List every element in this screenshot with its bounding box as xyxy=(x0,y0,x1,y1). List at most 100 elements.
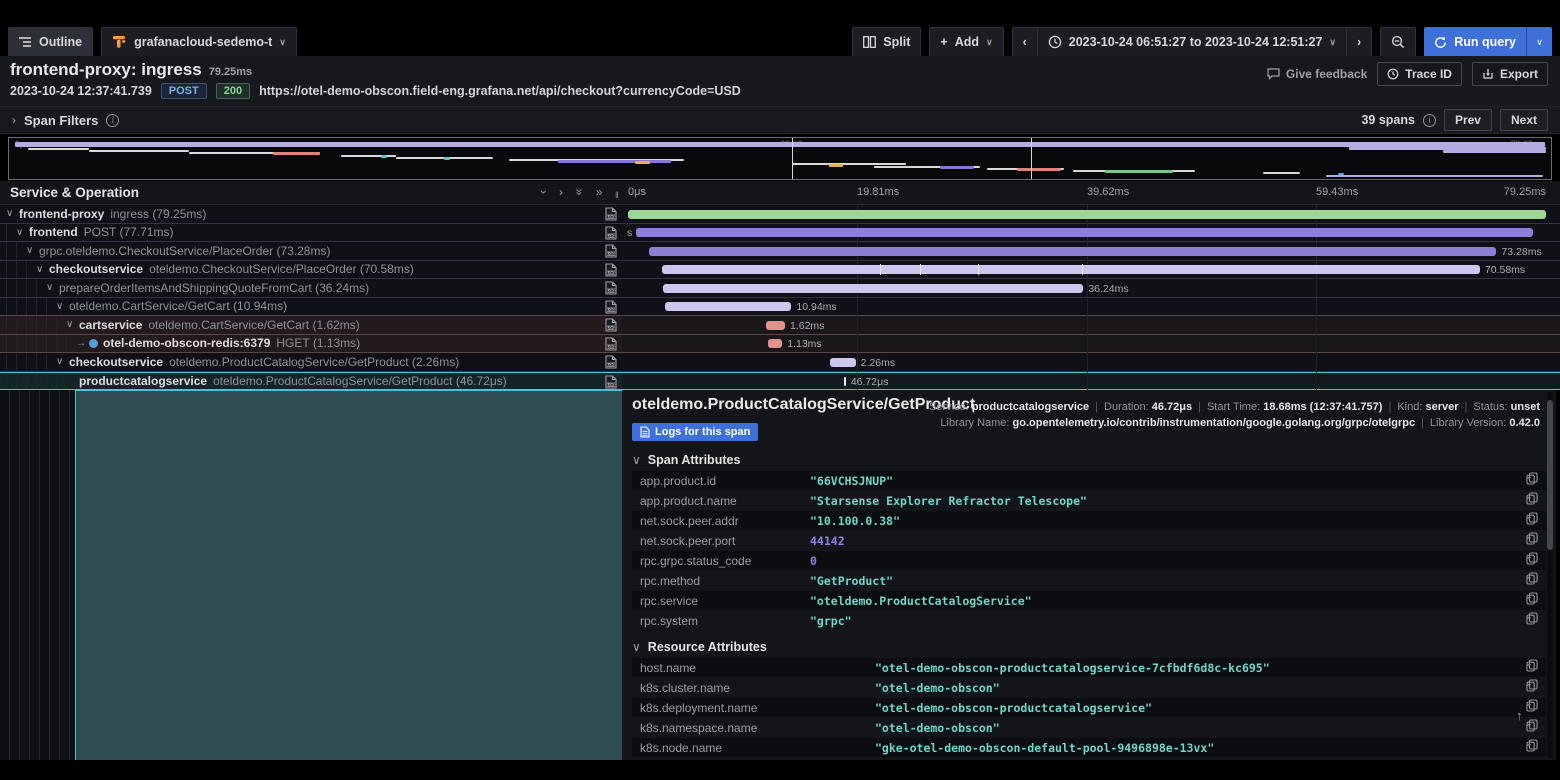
prev-span-button[interactable]: Prev xyxy=(1444,109,1492,131)
span-logs-icon[interactable]: LOG xyxy=(605,337,617,353)
attribute-section-header[interactable]: ∨Span Attributes xyxy=(632,453,1546,467)
split-button[interactable]: Split xyxy=(852,27,921,57)
attribute-row[interactable]: k8s.namespace.name"otel-demo-obscon" xyxy=(632,718,1546,737)
span-row-timeline-cell[interactable]: s xyxy=(622,224,1560,242)
span-bar[interactable] xyxy=(830,358,856,367)
span-row-timeline-cell[interactable]: 70.58ms xyxy=(622,261,1560,279)
span-row[interactable]: productcatalogserviceoteldemo.ProductCat… xyxy=(0,372,1560,391)
collapse-all-icon[interactable]: » xyxy=(572,189,586,196)
span-logs-icon[interactable]: LOG xyxy=(605,244,617,260)
span-logs-icon[interactable]: LOG xyxy=(605,355,617,371)
collapse-one-icon[interactable]: › xyxy=(537,190,551,194)
outline-button[interactable]: Outline xyxy=(8,27,93,57)
time-range-forward-button[interactable]: › xyxy=(1347,27,1372,57)
span-row[interactable]: →otel-demo-obscon-redis:6379HGET (1.13ms… xyxy=(0,335,1560,354)
copy-icon[interactable] xyxy=(1526,552,1538,570)
copy-icon[interactable] xyxy=(1526,679,1538,697)
run-query-caret-button[interactable]: ∨ xyxy=(1526,27,1552,57)
trace-id-button[interactable]: Trace ID xyxy=(1377,62,1462,86)
span-row[interactable]: ∨oteldemo.CartService/GetCart (10.94ms)L… xyxy=(0,298,1560,317)
copy-icon[interactable] xyxy=(1526,492,1538,510)
copy-icon[interactable] xyxy=(1526,592,1538,610)
span-row-timeline-cell[interactable]: 46.72μs xyxy=(622,373,1560,390)
span-row[interactable]: ∨checkoutserviceoteldemo.CheckoutService… xyxy=(0,261,1560,280)
span-logs-icon[interactable]: LOG xyxy=(605,318,617,334)
attribute-row[interactable]: rpc.method"GetProduct" xyxy=(632,571,1546,590)
span-row-name-cell[interactable]: →otel-demo-obscon-redis:6379HGET (1.13ms… xyxy=(0,335,622,353)
span-row[interactable]: ∨grpc.oteldemo.CheckoutService/PlaceOrde… xyxy=(0,242,1560,261)
attribute-section-header[interactable]: ∨Resource Attributes xyxy=(632,640,1546,654)
zoom-out-button[interactable] xyxy=(1380,27,1416,57)
span-row[interactable]: ∨prepareOrderItemsAndShippingQuoteFromCa… xyxy=(0,279,1560,298)
span-logs-icon[interactable]: LOG xyxy=(605,207,617,223)
span-collapse-chevron-icon[interactable]: ∨ xyxy=(36,264,49,275)
span-bar[interactable] xyxy=(662,265,1480,274)
add-button[interactable]: + Add ∨ xyxy=(929,27,1003,57)
expand-all-icon[interactable]: » xyxy=(596,185,603,199)
span-bar[interactable] xyxy=(665,302,792,311)
span-row-name-cell[interactable]: ∨oteldemo.CartService/GetCart (10.94ms)L… xyxy=(0,298,622,316)
span-logs-icon[interactable]: LOG xyxy=(605,281,617,297)
span-logs-icon[interactable]: LOG xyxy=(605,375,617,390)
span-row[interactable]: ∨frontendPOST (77.71ms)LOGs xyxy=(0,224,1560,243)
span-bar[interactable] xyxy=(636,228,1533,237)
span-collapse-chevron-icon[interactable]: ∨ xyxy=(16,227,29,238)
attribute-row[interactable]: host.name"otel-demo-obscon-productcatalo… xyxy=(632,658,1546,677)
span-row-name-cell[interactable]: ∨frontend-proxyingress (79.25ms)LOG xyxy=(0,205,622,223)
give-feedback-link[interactable]: Give feedback xyxy=(1267,67,1367,81)
span-collapse-chevron-icon[interactable]: ∨ xyxy=(26,245,39,256)
copy-icon[interactable] xyxy=(1526,699,1538,717)
span-row-timeline-cell[interactable]: 36.24ms xyxy=(622,279,1560,297)
export-button[interactable]: Export xyxy=(1472,62,1548,86)
attribute-row[interactable]: k8s.node.name"gke-otel-demo-obscon-defau… xyxy=(632,738,1546,757)
span-bar[interactable] xyxy=(628,210,1546,219)
span-row-name-cell[interactable]: ∨frontendPOST (77.71ms)LOG xyxy=(0,224,622,242)
expand-one-icon[interactable]: › xyxy=(559,185,563,199)
span-collapse-chevron-icon[interactable]: ∨ xyxy=(56,301,69,312)
copy-icon[interactable] xyxy=(1526,659,1538,677)
time-range-picker[interactable]: 2023-10-24 06:51:27 to 2023-10-24 12:51:… xyxy=(1038,27,1347,57)
next-span-button[interactable]: Next xyxy=(1500,109,1548,131)
copy-icon[interactable] xyxy=(1526,719,1538,737)
span-collapse-chevron-icon[interactable]: ∨ xyxy=(56,356,69,367)
span-row-name-cell[interactable]: ∨grpc.oteldemo.CheckoutService/PlaceOrde… xyxy=(0,242,622,260)
span-row-timeline-cell[interactable]: 10.94ms xyxy=(622,298,1560,316)
detail-scrollbar-thumb[interactable] xyxy=(1547,400,1553,550)
attribute-row[interactable]: rpc.service"oteldemo.ProductCatalogServi… xyxy=(632,591,1546,610)
attribute-row[interactable]: k8s.cluster.name"otel-demo-obscon" xyxy=(632,678,1546,697)
span-bar[interactable] xyxy=(649,247,1496,256)
column-resize-handle[interactable]: ‖ xyxy=(615,190,620,200)
copy-icon[interactable] xyxy=(1526,739,1538,757)
copy-icon[interactable] xyxy=(1526,532,1538,550)
span-bar[interactable] xyxy=(844,377,846,386)
logs-for-span-button[interactable]: Logs for this span xyxy=(632,423,758,441)
span-row[interactable]: ∨cartserviceoteldemo.CartService/GetCart… xyxy=(0,316,1560,335)
span-logs-icon[interactable]: LOG xyxy=(605,263,617,279)
scroll-to-top-icon[interactable]: ↑ xyxy=(1516,708,1523,723)
attribute-row[interactable]: net.sock.peer.addr"10.100.0.38" xyxy=(632,511,1546,530)
span-row-timeline-cell[interactable]: 1.62ms xyxy=(622,316,1560,334)
span-row-timeline-cell[interactable] xyxy=(622,205,1560,223)
datasource-picker[interactable]: grafanacloud-sedemo-t ∨ xyxy=(101,27,297,57)
attribute-row[interactable]: app.product.name"Starsense Explorer Refr… xyxy=(632,491,1546,510)
copy-icon[interactable] xyxy=(1526,572,1538,590)
minimap-cursor[interactable] xyxy=(792,138,793,179)
run-query-button[interactable]: Run query xyxy=(1424,27,1526,57)
attribute-row[interactable]: k8s.deployment.name"otel-demo-obscon-pro… xyxy=(632,698,1546,717)
span-row-name-cell[interactable]: ∨cartserviceoteldemo.CartService/GetCart… xyxy=(0,316,622,334)
span-bar[interactable] xyxy=(768,339,782,348)
span-row-timeline-cell[interactable]: 73.28ms xyxy=(622,242,1560,260)
span-row[interactable]: ∨frontend-proxyingress (79.25ms)LOG xyxy=(0,205,1560,224)
span-collapse-chevron-icon[interactable]: ∨ xyxy=(6,208,19,219)
copy-icon[interactable] xyxy=(1526,512,1538,530)
span-row[interactable]: ∨checkoutserviceoteldemo.ProductCatalogS… xyxy=(0,353,1560,372)
time-range-back-button[interactable]: ‹ xyxy=(1012,27,1038,57)
span-logs-icon[interactable]: LOG xyxy=(605,226,617,242)
attribute-row[interactable]: app.product.id"66VCHSJNUP" xyxy=(632,471,1546,490)
attribute-row[interactable]: net.sock.peer.port44142 xyxy=(632,531,1546,550)
span-row-timeline-cell[interactable]: 2.26ms xyxy=(622,353,1560,371)
span-bar[interactable] xyxy=(663,284,1083,293)
span-follows-from-icon[interactable]: → xyxy=(76,338,89,349)
span-collapse-chevron-icon[interactable]: ∨ xyxy=(66,319,79,330)
span-row-name-cell[interactable]: ∨checkoutserviceoteldemo.ProductCatalogS… xyxy=(0,353,622,371)
